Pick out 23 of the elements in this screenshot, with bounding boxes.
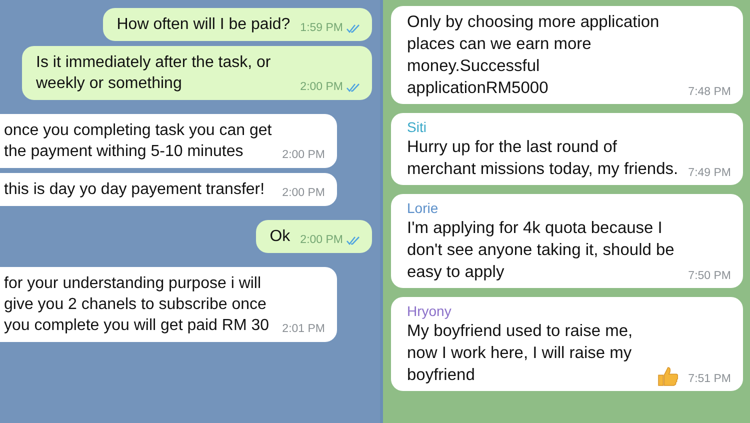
message-time: 2:00 PM xyxy=(300,80,343,94)
message-time: 2:00 PM xyxy=(282,148,325,162)
message-time: 2:00 PM xyxy=(282,186,325,200)
message-time: 7:50 PM xyxy=(688,269,731,283)
message-text: this is day yo day payement transfer! xyxy=(4,180,266,200)
message-time: 7:49 PM xyxy=(688,166,731,180)
sender-name: Lorie xyxy=(407,199,438,217)
message-text: My boyfriend used to raise me, now I work here, I will raise my boyfriend xyxy=(407,321,634,386)
message-text: Ok xyxy=(270,227,290,247)
message-text: for your understanding purpose i will give you 2 chanels to subscribe once you complete you will get paid RM 30 xyxy=(4,274,270,336)
sender-name: Siti xyxy=(407,118,426,136)
message-time: 1:59 PM xyxy=(300,21,343,35)
message-time: 2:01 PM xyxy=(282,322,325,336)
message-text: Hurry up for the last round of merchant missions today, my friends. xyxy=(407,137,678,180)
message-text: How often will I be paid? xyxy=(116,15,290,35)
message-text: once you completing task you can get the payment withing 5-10 minutes xyxy=(4,121,272,162)
message-time: 2:00 PM xyxy=(300,233,343,247)
message-text: Is it immediately after the task, or weekly or something xyxy=(36,53,272,94)
sender-name: Hryony xyxy=(407,302,452,320)
message-text: I'm applying for 4k quota because I don't see anyone taking it, should be easy to apply xyxy=(407,218,676,283)
message-text: Only by choosing more application places can we earn more money.Successful applicationRM5000 xyxy=(407,12,660,99)
message-time: 7:51 PM xyxy=(688,372,731,386)
message-time: 7:48 PM xyxy=(688,85,731,99)
